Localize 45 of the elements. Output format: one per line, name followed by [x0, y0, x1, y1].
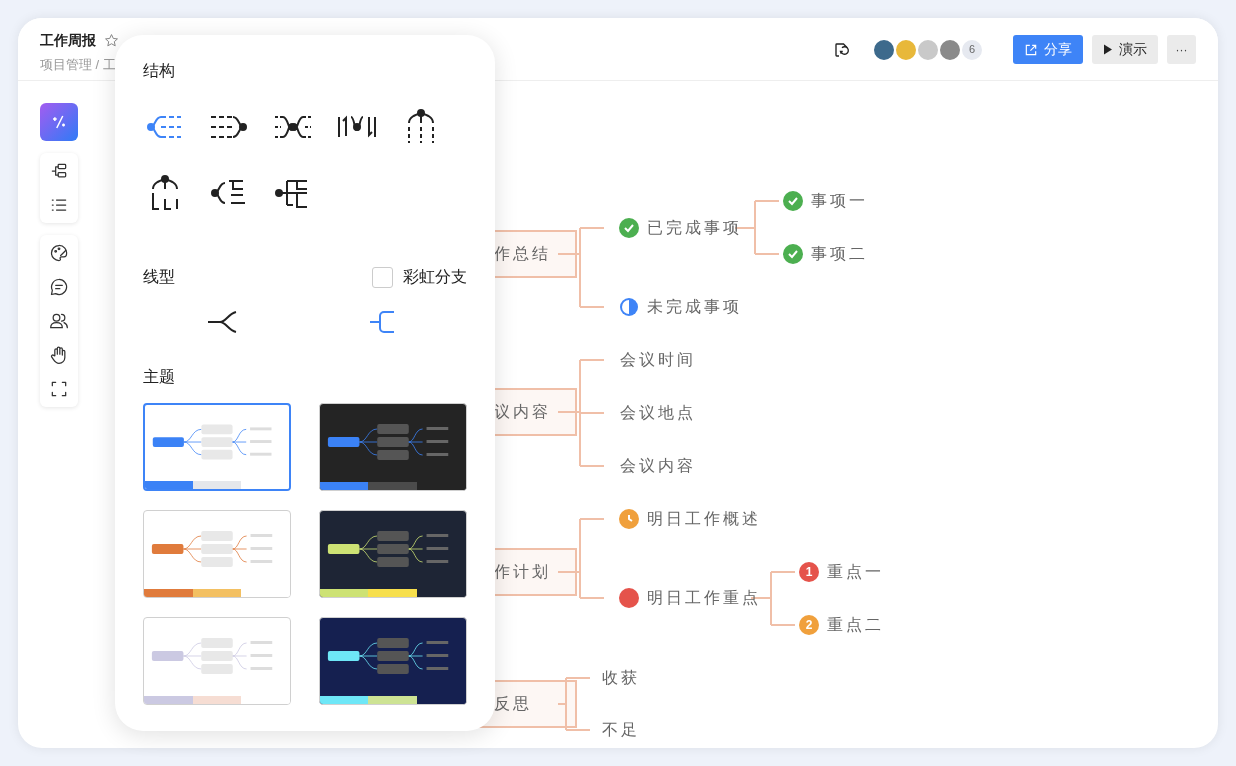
main-topic[interactable]: 议内容 — [494, 402, 551, 422]
subtopic[interactable]: 不足 — [602, 720, 640, 740]
main-topic[interactable]: 作计划 — [494, 562, 551, 582]
main-topic[interactable]: 反思 — [494, 694, 532, 714]
history-icon[interactable] — [833, 40, 851, 59]
check-icon — [619, 218, 639, 238]
member-count[interactable]: 6 — [960, 37, 984, 62]
magic-button[interactable] — [40, 103, 78, 141]
present-button[interactable]: 演示 — [1092, 35, 1158, 64]
avatar[interactable] — [938, 37, 962, 62]
external-link-icon — [1024, 42, 1038, 57]
subtopic[interactable]: 重点二 — [827, 615, 884, 635]
section-title: 主题 — [143, 367, 176, 387]
subtopic[interactable]: 事项二 — [811, 244, 868, 264]
subtopic[interactable]: 会议时间 — [620, 350, 696, 370]
subtopic[interactable]: 明日工作概述 — [647, 509, 761, 529]
rainbow-branch-checkbox[interactable]: 彩虹分支 — [372, 265, 467, 289]
comment-icon — [49, 277, 69, 297]
main-topic[interactable]: 作总结 — [494, 244, 551, 264]
document-title: 工作周报 — [40, 31, 96, 50]
check-icon — [783, 191, 803, 211]
people-icon — [49, 311, 69, 331]
star-icon[interactable] — [104, 33, 119, 48]
palette-icon — [49, 243, 69, 263]
subtopic[interactable]: 重点一 — [827, 562, 884, 582]
priority-badge: 1 — [799, 562, 819, 582]
section-title: 结构 — [143, 61, 176, 81]
magic-wand-icon — [50, 113, 68, 131]
subtopic[interactable]: 事项一 — [811, 191, 868, 211]
subtopic[interactable]: 明日工作重点 — [647, 588, 761, 608]
check-icon — [783, 244, 803, 264]
branch-connector — [557, 677, 591, 731]
section-title: 线型 — [143, 267, 175, 287]
checkbox[interactable] — [372, 266, 393, 288]
progress-icon — [619, 297, 639, 317]
subtopic[interactable]: 已完成事项 — [647, 218, 742, 238]
play-icon — [1103, 44, 1113, 55]
subtopic[interactable]: 收获 — [602, 668, 640, 688]
subtopic[interactable]: 未完成事项 — [647, 297, 742, 317]
subtopic[interactable]: 会议地点 — [620, 403, 696, 423]
priority-badge: 2 — [799, 615, 819, 635]
fullscreen-icon — [49, 379, 69, 399]
subtopic[interactable]: 会议内容 — [620, 456, 696, 476]
more-button[interactable]: ··· — [1167, 35, 1196, 64]
share-button[interactable]: 分享 — [1013, 35, 1083, 64]
